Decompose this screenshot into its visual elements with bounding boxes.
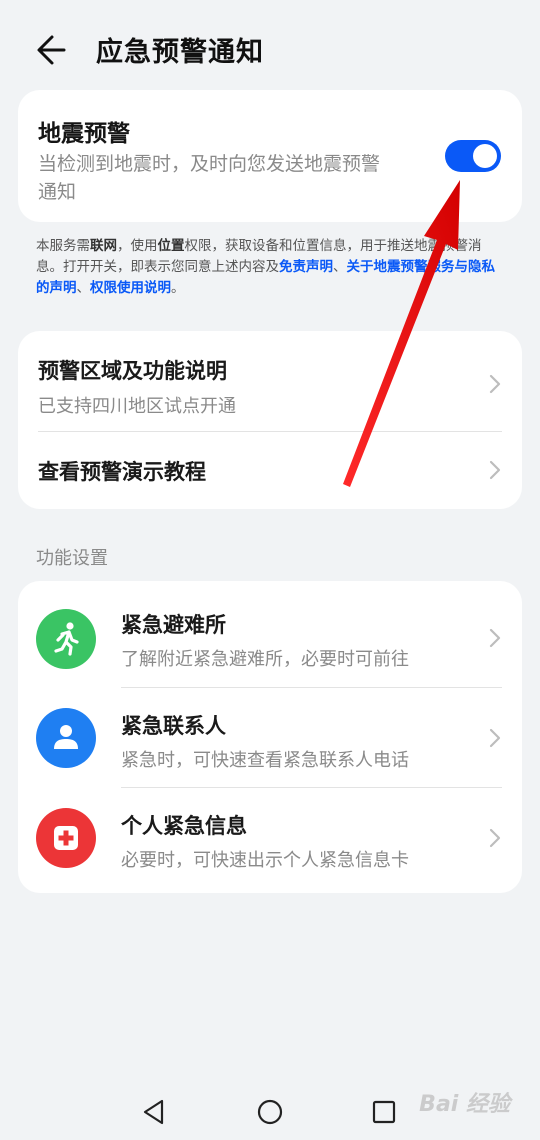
info-card: 预警区域及功能说明 已支持四川地区试点开通 查看预警演示教程: [18, 331, 522, 509]
warning-area-subtitle: 已支持四川地区试点开通: [38, 396, 236, 417]
notice-bold-location: 位置: [157, 238, 185, 254]
warning-area-row[interactable]: 预警区域及功能说明 已支持四川地区试点开通: [18, 331, 522, 431]
feature-subtitle: 紧急时，可快速查看紧急联系人电话: [121, 750, 409, 771]
page-title: 应急预警通知: [96, 37, 264, 68]
disclaimer-link[interactable]: 免责声明: [279, 259, 333, 275]
notice-text: 、: [76, 280, 91, 296]
home-circle-icon[interactable]: [252, 1094, 288, 1130]
earthquake-warning-description: 当检测到地震时，及时向您发送地震预警 通知: [38, 150, 428, 206]
notice-text: ，使用: [117, 238, 158, 254]
back-button[interactable]: [30, 28, 78, 72]
chevron-right-icon: [489, 728, 501, 748]
demo-tutorial-row[interactable]: 查看预警演示教程: [18, 432, 522, 509]
earthquake-warning-title: 地震预警: [38, 121, 130, 147]
feature-title: 个人紧急信息: [121, 814, 247, 838]
chevron-right-icon: [489, 828, 501, 848]
notice-text: 。: [171, 280, 185, 296]
notice-text: 、: [333, 259, 347, 275]
back-arrow-icon: [37, 35, 66, 65]
recent-square-icon[interactable]: [366, 1094, 402, 1130]
medical-cross-icon: [36, 808, 96, 868]
chevron-right-icon: [489, 628, 501, 648]
header: 应急预警通知: [0, 22, 540, 78]
feature-subtitle: 必要时，可快速出示个人紧急信息卡: [121, 850, 409, 871]
feature-title: 紧急联系人: [121, 714, 226, 738]
running-person-icon: [36, 609, 96, 669]
person-icon: [36, 708, 96, 768]
permission-usage-link[interactable]: 权限使用说明: [90, 280, 171, 296]
notice-bold-network: 联网: [90, 238, 117, 254]
feature-subtitle: 了解附近紧急避难所，必要时可前往: [121, 649, 409, 670]
description-line-1: 当检测到地震时，及时向您发送地震预警: [38, 153, 381, 175]
service-notice: 本服务需联网，使用位置权限，获取设备和位置信息，用于推送地震预警消息。打开开关，…: [36, 236, 506, 299]
toggle-knob: [473, 144, 497, 168]
page: 应急预警通知 地震预警 当检测到地震时，及时向您发送地震预警 通知 本服务需联网…: [0, 0, 540, 1140]
earthquake-warning-toggle[interactable]: [445, 140, 501, 172]
chevron-right-icon: [489, 460, 501, 480]
watermark-logo: Bai 经验: [419, 1092, 510, 1117]
feature-row-shelter[interactable]: 紧急避难所 了解附近紧急避难所，必要时可前往: [18, 581, 522, 687]
feature-title: 紧急避难所: [121, 613, 226, 637]
feature-row-personal-info[interactable]: 个人紧急信息 必要时，可快速出示个人紧急信息卡: [18, 788, 522, 893]
warning-area-title: 预警区域及功能说明: [38, 359, 227, 383]
earthquake-warning-card: 地震预警 当检测到地震时，及时向您发送地震预警 通知: [18, 90, 522, 222]
section-label-settings: 功能设置: [36, 548, 108, 569]
demo-tutorial-title: 查看预警演示教程: [38, 460, 206, 484]
feature-row-contacts[interactable]: 紧急联系人 紧急时，可快速查看紧急联系人电话: [18, 688, 522, 787]
features-card: 紧急避难所 了解附近紧急避难所，必要时可前往 紧急联系人 紧急时，可快速查看紧急…: [18, 581, 522, 893]
notice-text: 本服务需: [36, 238, 90, 254]
back-triangle-icon[interactable]: [136, 1094, 172, 1130]
description-line-2: 通知: [38, 181, 77, 203]
chevron-right-icon: [489, 374, 501, 394]
